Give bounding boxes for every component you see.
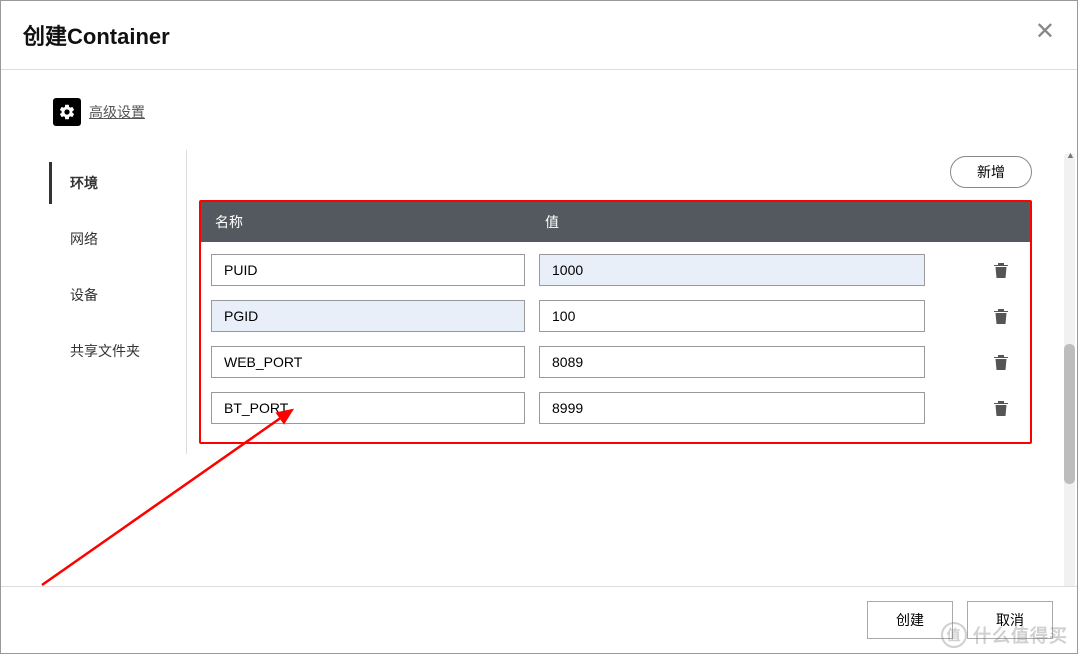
env-value-input[interactable] <box>539 346 925 378</box>
create-button[interactable]: 创建 <box>867 601 953 639</box>
env-value-input[interactable] <box>539 392 925 424</box>
gear-icon <box>53 98 81 126</box>
tab-device[interactable]: 设备 <box>49 274 186 316</box>
advanced-settings-row: 高级设置 <box>1 70 1062 150</box>
env-value-input[interactable] <box>539 254 925 286</box>
env-name-input[interactable] <box>211 254 525 286</box>
trash-icon[interactable] <box>990 397 1012 419</box>
tabs-sidebar: 环境 网络 设备 共享文件夹 <box>49 150 187 454</box>
env-table: 名称 值 <box>199 200 1032 444</box>
table-row <box>211 346 1020 378</box>
add-button-row: 新增 <box>199 156 1032 188</box>
trash-icon[interactable] <box>990 259 1012 281</box>
table-row <box>211 300 1020 332</box>
cancel-button[interactable]: 取消 <box>967 601 1053 639</box>
env-value-input[interactable] <box>539 300 925 332</box>
create-container-modal: 创建Container ✕ 高级设置 环境 网络 设备 共享文件夹 <box>0 0 1078 654</box>
env-name-input[interactable] <box>211 300 525 332</box>
add-button[interactable]: 新增 <box>950 156 1032 188</box>
tab-network[interactable]: 网络 <box>49 218 186 260</box>
close-icon[interactable]: ✕ <box>1035 20 1055 44</box>
env-name-input[interactable] <box>211 392 525 424</box>
modal-footer: 创建 取消 <box>1 586 1077 653</box>
tab-shared-folder[interactable]: 共享文件夹 <box>49 330 186 372</box>
modal-header: 创建Container ✕ <box>1 1 1077 70</box>
table-row <box>211 392 1020 424</box>
modal-body: 高级设置 环境 网络 设备 共享文件夹 新增 名称 值 <box>1 70 1077 586</box>
table-row <box>211 254 1020 286</box>
advanced-settings-link[interactable]: 高级设置 <box>89 102 145 122</box>
table-header: 名称 值 <box>201 202 1030 242</box>
column-header-name: 名称 <box>215 212 545 232</box>
scrollbar-thumb[interactable] <box>1064 344 1075 484</box>
scroll-content: 高级设置 环境 网络 设备 共享文件夹 新增 名称 值 <box>1 70 1077 586</box>
trash-icon[interactable] <box>990 305 1012 327</box>
scrollbar[interactable]: ▲ ▼ <box>1064 154 1075 586</box>
main-content: 环境 网络 设备 共享文件夹 新增 名称 值 <box>1 150 1062 454</box>
tab-environment[interactable]: 环境 <box>49 162 186 204</box>
scroll-up-icon[interactable]: ▲ <box>1066 150 1075 160</box>
table-body <box>201 242 1030 442</box>
environment-panel: 新增 名称 值 <box>187 150 1062 454</box>
modal-title: 创建Container <box>23 19 170 51</box>
column-header-value: 值 <box>545 212 1016 232</box>
env-name-input[interactable] <box>211 346 525 378</box>
trash-icon[interactable] <box>990 351 1012 373</box>
